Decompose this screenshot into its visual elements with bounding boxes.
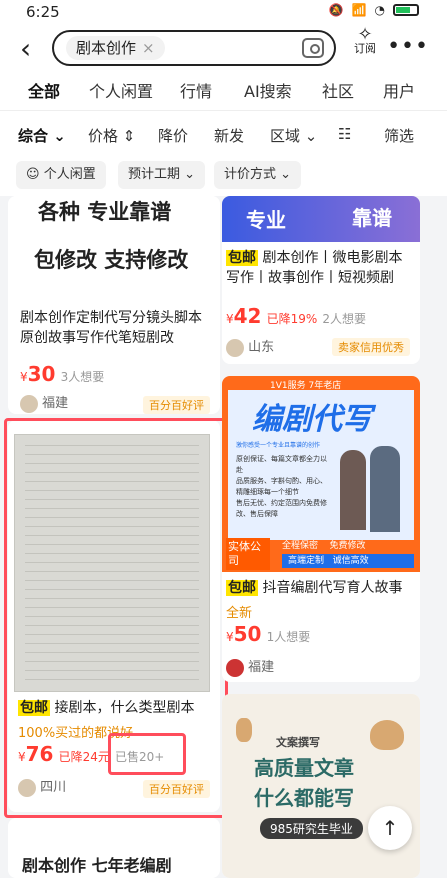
discount: 已降19% (266, 312, 318, 326)
sort-bar: 综合 ⌄ 价格 ⇕ 降价 新发 区域 ⌄ ☷ 筛选 (0, 110, 447, 156)
product-image: 专业 靠谱 (222, 196, 420, 242)
price: 30 (27, 362, 56, 386)
cat-illustration (236, 718, 252, 742)
tab-ai-search[interactable]: AI搜索 (244, 78, 292, 102)
sort-discount[interactable]: 降价 (158, 125, 188, 146)
tab-personal[interactable]: 个人闲置 (89, 78, 153, 102)
highlight-box (108, 733, 186, 775)
price: 42 (233, 304, 262, 328)
avatar (226, 338, 244, 357)
category-tabs: 全部 个人闲置 行情 AI搜索 社区 用户 (0, 72, 447, 110)
sort-new[interactable]: 新发 (214, 125, 244, 146)
cat-illustration (370, 720, 404, 750)
wants: 2人想要 (322, 312, 366, 326)
sort-region[interactable]: 区域 ⌄ (270, 125, 317, 146)
status-bar: 6:25 🔕 📶 ◔ (0, 0, 447, 26)
wifi-icon: ◔ (374, 3, 385, 17)
product-title: 包邮 抖音编剧代写育人故事 (226, 580, 403, 596)
banner-text: 包修改 支持修改 (34, 248, 189, 272)
tab-users[interactable]: 用户 (383, 78, 415, 102)
product-subtitle: 全新 (226, 606, 253, 621)
free-shipping-badge: 包邮 (226, 250, 258, 266)
mute-icon: 🔕 (328, 3, 344, 17)
clear-icon[interactable]: × (142, 39, 155, 57)
location: 山东 (248, 340, 275, 355)
product-image: 各种 专业靠谱 包修改 支持修改 (8, 196, 220, 292)
product-card[interactable]: 1V1服务 7年老店 编剧代写 激你感受一个专业且靠谱的创作 原创保证、每篇文章… (222, 376, 420, 682)
product-card[interactable]: 专业 靠谱 包邮 剧本创作丨微电影剧本写作丨故事创作丨短视频剧 ¥42 已降19… (222, 196, 420, 364)
product-card[interactable]: 文案撰写 高质量文章 什么都能写 985研究生毕业 (222, 694, 420, 878)
search-query-text: 剧本创作 (76, 39, 137, 57)
battery-icon (393, 4, 419, 16)
subscribe-icon: ✧ (357, 24, 373, 45)
sort-filter[interactable]: 筛选 (384, 125, 414, 146)
avatar (226, 658, 244, 677)
product-title: 剧本创作定制代写分镜头脚本原创故事写作代笔短剧改 (20, 310, 202, 346)
location: 福建 (248, 660, 275, 675)
filter-pricing[interactable]: 计价方式 ⌄ (214, 161, 302, 189)
camera-icon[interactable] (302, 38, 324, 58)
seller-row: 福建 (226, 656, 274, 677)
search-input[interactable]: 剧本创作 × (52, 30, 336, 66)
avatar (20, 394, 38, 413)
scroll-top-button[interactable]: ↑ (368, 806, 412, 850)
tab-all[interactable]: 全部 (25, 78, 63, 102)
product-card[interactable]: 剧本创作 七年老编剧 (8, 818, 220, 878)
credit-badge: 卖家信用优秀 (332, 338, 410, 356)
subscribe-label: 订阅 (354, 42, 376, 55)
seller-row: 山东 (226, 336, 274, 357)
product-image: 1V1服务 7年老店 编剧代写 激你感受一个专业且靠谱的创作 原创保证、每篇文章… (222, 376, 420, 572)
subscribe-button[interactable]: ✧ 订阅 (350, 24, 380, 56)
location: 福建 (42, 396, 69, 411)
price-row: ¥42 已降19% 2人想要 (226, 304, 366, 328)
price-row: ¥50 1人想要 (226, 622, 311, 646)
wants: 3人想要 (60, 370, 105, 384)
signal-icon: 📶 (351, 3, 367, 17)
status-icons: 🔕 📶 ◔ (329, 3, 419, 17)
status-time: 6:25 (26, 3, 60, 21)
sort-price[interactable]: 价格 ⇕ (88, 125, 135, 146)
price: 50 (233, 622, 262, 646)
filter-chips: ☺ 个人闲置 预计工期 ⌄ 计价方式 ⌄ (0, 156, 447, 196)
product-title: 包邮 剧本创作丨微电影剧本写作丨故事创作丨短视频剧 (226, 250, 403, 286)
wants: 1人想要 (266, 630, 311, 644)
back-arrow-icon[interactable]: ‹ (20, 32, 31, 65)
layout-toggle-icon[interactable]: ☷ (338, 125, 351, 143)
price-row: ¥30 3人想要 (20, 362, 105, 386)
product-card[interactable]: 各种 专业靠谱 包修改 支持修改 剧本创作定制代写分镜头脚本原创故事写作代笔短剧… (8, 196, 220, 414)
filter-duration[interactable]: 预计工期 ⌄ (118, 161, 206, 189)
rating-badge: 百分百好评 (143, 396, 210, 414)
sort-comprehensive[interactable]: 综合 ⌄ (18, 125, 66, 146)
tab-community[interactable]: 社区 (322, 78, 354, 102)
seller-row: 福建 (20, 392, 68, 413)
tab-market[interactable]: 行情 (180, 78, 212, 102)
banner-text: 各种 专业靠谱 (38, 200, 172, 224)
product-title: 剧本创作 七年老编剧 (22, 856, 172, 875)
free-shipping-badge: 包邮 (226, 580, 258, 596)
search-header: ‹ 剧本创作 × ✧ 订阅 ••• (0, 26, 447, 72)
search-query-chip[interactable]: 剧本创作 × (66, 36, 165, 60)
more-icon[interactable]: ••• (387, 34, 429, 59)
filter-personal[interactable]: ☺ 个人闲置 (16, 161, 106, 189)
product-image: 文案撰写 高质量文章 什么都能写 985研究生毕业 (222, 694, 420, 878)
